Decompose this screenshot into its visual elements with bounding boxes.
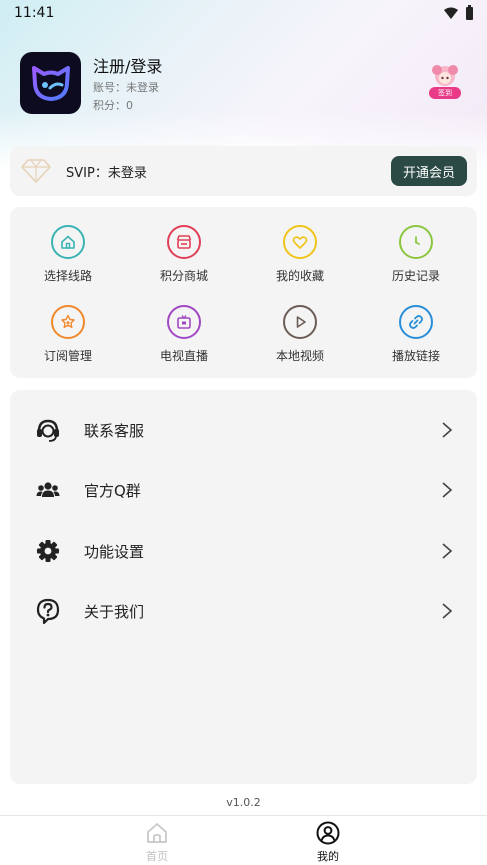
status-icons <box>444 4 473 20</box>
menu-label: 关于我们 <box>84 602 145 621</box>
bottom-tab-bar: 首页 我的 <box>0 815 487 865</box>
cat-logo-icon <box>31 66 70 101</box>
chevron-right-icon <box>442 482 453 498</box>
feature-grid: 选择线路 积分商城 我的收藏 历史记录 订阅管理 电视直播 本地视频 播放链接 <box>10 207 477 378</box>
menu-label: 官方Q群 <box>84 481 141 500</box>
grid-label: 历史记录 <box>391 269 440 283</box>
grid-item-history[interactable]: 历史记录 <box>358 225 474 285</box>
tv-icon <box>167 305 201 339</box>
headset-icon <box>37 419 59 442</box>
grid-item-subscription[interactable]: 订阅管理 <box>10 305 126 365</box>
menu-label: 联系客服 <box>84 421 145 440</box>
play-icon <box>283 305 317 339</box>
tab-home[interactable]: 首页 <box>127 820 187 864</box>
home-tab-icon <box>147 823 167 843</box>
grid-item-route[interactable]: 选择线路 <box>10 225 126 285</box>
grid-item-play-link[interactable]: 播放链接 <box>358 305 474 365</box>
tab-mine[interactable]: 我的 <box>298 820 358 864</box>
login-register-link[interactable]: 注册/登录 <box>93 53 162 77</box>
menu-item-official-group[interactable]: 官方Q群 <box>10 460 477 520</box>
grid-label: 订阅管理 <box>43 349 92 363</box>
grid-label: 播放链接 <box>391 349 440 363</box>
grid-label: 选择线路 <box>43 269 92 283</box>
wifi-icon <box>444 7 458 19</box>
open-vip-button[interactable]: 开通会员 <box>391 156 467 186</box>
profile-text: 注册/登录 账号：未登录 积分：0 <box>93 53 162 113</box>
tab-label: 首页 <box>146 850 168 863</box>
grid-item-store[interactable]: 积分商城 <box>126 225 242 285</box>
star-add-icon <box>51 305 85 339</box>
grid-label: 本地视频 <box>275 349 324 363</box>
battery-icon <box>466 4 473 20</box>
menu-item-about[interactable]: 关于我们 <box>10 581 477 641</box>
grid-item-local-video[interactable]: 本地视频 <box>242 305 358 365</box>
gear-icon <box>37 540 59 562</box>
menu-item-contact-service[interactable]: 联系客服 <box>10 400 477 460</box>
grid-item-live-tv[interactable]: 电视直播 <box>126 305 242 365</box>
tab-label: 我的 <box>317 850 339 863</box>
profile-header[interactable]: 注册/登录 账号：未登录 积分：0 <box>20 52 162 114</box>
sign-in-button[interactable]: 签到 <box>429 87 461 99</box>
grid-item-favorites[interactable]: 我的收藏 <box>242 225 358 285</box>
link-icon <box>399 305 433 339</box>
menu-label: 功能设置 <box>84 542 145 561</box>
grid-label: 积分商城 <box>159 269 208 283</box>
clock-icon <box>399 225 433 259</box>
status-bar: 11:41 <box>0 0 487 26</box>
svip-status: SVIP：未登录 <box>66 165 147 181</box>
user-tab-icon <box>316 821 340 845</box>
chevron-right-icon <box>442 543 453 559</box>
points-status: 积分：0 <box>93 99 133 112</box>
store-icon <box>167 225 201 259</box>
svip-card: SVIP：未登录 开通会员 <box>10 146 477 196</box>
menu-card: 联系客服 官方Q群 功能设置 关于我们 <box>10 390 477 784</box>
diamond-icon <box>21 159 51 183</box>
chevron-right-icon <box>442 422 453 438</box>
app-version: v1.0.2 <box>226 796 261 809</box>
chevron-right-icon <box>442 603 453 619</box>
status-time: 11:41 <box>14 5 55 21</box>
menu-item-settings[interactable]: 功能设置 <box>10 521 477 581</box>
grid-label: 我的收藏 <box>275 269 324 283</box>
heart-icon <box>283 225 317 259</box>
group-icon <box>36 482 60 497</box>
account-status: 账号：未登录 <box>93 81 159 94</box>
app-logo-avatar[interactable] <box>20 52 81 114</box>
grid-label: 电视直播 <box>159 349 208 363</box>
home-icon <box>51 225 85 259</box>
help-icon <box>36 598 60 625</box>
